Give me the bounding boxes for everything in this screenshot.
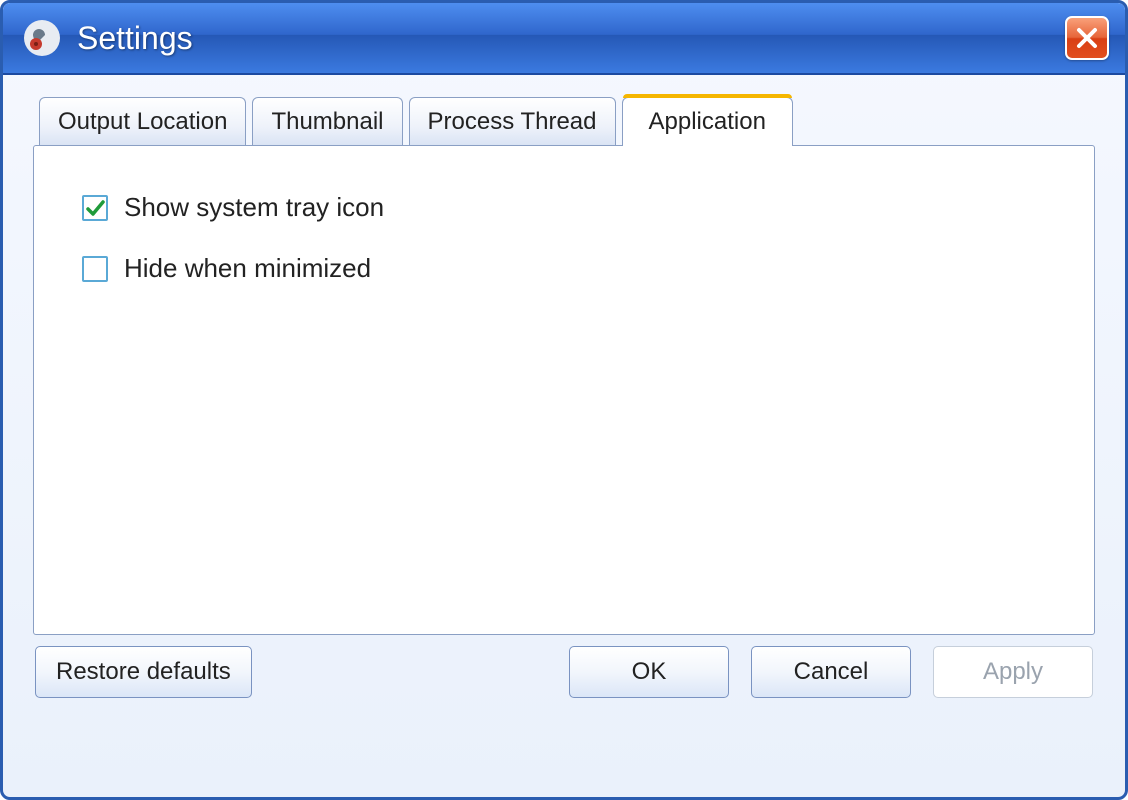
- wrench-icon: [21, 17, 63, 59]
- option-hide-when-minimized: Hide when minimized: [82, 253, 1046, 284]
- tab-label: Process Thread: [428, 108, 597, 135]
- button-label: Restore defaults: [56, 658, 231, 686]
- tab-label: Output Location: [58, 108, 227, 135]
- tab-thumbnail[interactable]: Thumbnail: [252, 97, 402, 146]
- ok-button[interactable]: OK: [569, 646, 729, 698]
- dialog-body: Output Location Thumbnail Process Thread…: [3, 75, 1125, 716]
- close-icon: [1075, 26, 1099, 50]
- checkbox-hide-when-minimized[interactable]: [82, 256, 108, 282]
- apply-button: Apply: [933, 646, 1093, 698]
- option-show-tray-icon: Show system tray icon: [82, 192, 1046, 223]
- tab-output-location[interactable]: Output Location: [39, 97, 246, 146]
- window-title: Settings: [77, 20, 1065, 57]
- close-button[interactable]: [1065, 16, 1109, 60]
- tab-process-thread[interactable]: Process Thread: [409, 97, 616, 146]
- restore-defaults-button[interactable]: Restore defaults: [35, 646, 252, 698]
- option-label: Hide when minimized: [124, 253, 371, 284]
- checkbox-show-tray-icon[interactable]: [82, 195, 108, 221]
- button-label: Cancel: [794, 658, 869, 686]
- tab-strip: Output Location Thumbnail Process Thread…: [33, 97, 1095, 146]
- option-label: Show system tray icon: [124, 192, 384, 223]
- tab-application[interactable]: Application: [622, 97, 793, 146]
- tab-panel-application: Show system tray icon Hide when minimize…: [33, 145, 1095, 635]
- button-row: Restore defaults OK Cancel Apply: [33, 636, 1095, 698]
- titlebar[interactable]: Settings: [3, 3, 1125, 75]
- tab-label: Application: [649, 108, 766, 135]
- check-icon: [85, 198, 105, 218]
- button-label: Apply: [983, 658, 1043, 686]
- tab-label: Thumbnail: [271, 108, 383, 135]
- button-label: OK: [632, 658, 667, 686]
- settings-dialog: Settings Output Location Thumbnail Proce…: [0, 0, 1128, 800]
- cancel-button[interactable]: Cancel: [751, 646, 911, 698]
